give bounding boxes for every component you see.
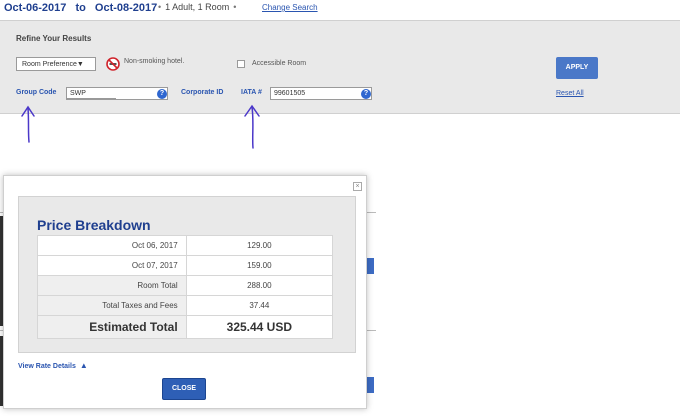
group-code-value: SWP: [70, 90, 86, 97]
row-value: 129.00: [185, 235, 334, 256]
divider: [66, 98, 116, 99]
iata-label: IATA #: [241, 89, 262, 96]
price-breakdown-modal: × Price Breakdown Oct 06, 2017 129.00 Oc…: [3, 175, 367, 409]
checkout-date: Oct-08-2017: [94, 2, 158, 14]
iata-value: 99601505: [274, 90, 306, 97]
close-icon[interactable]: ×: [353, 182, 362, 191]
refine-title: Refine Your Results: [16, 34, 92, 43]
select-button[interactable]: [366, 377, 374, 393]
price-table: Oct 06, 2017 129.00 Oct 07, 2017 159.00 …: [37, 235, 334, 339]
price-breakdown-box: Price Breakdown Oct 06, 2017 129.00 Oct …: [18, 196, 356, 353]
room-preference-select[interactable]: Room Preference▼: [16, 57, 96, 71]
estimated-total-value: 325.44 USD: [185, 315, 334, 339]
accessible-room-label: Accessible Room: [252, 60, 307, 67]
separator-dot: •: [233, 2, 237, 12]
row-value: 159.00: [185, 255, 334, 276]
corporate-id-label: Corporate ID: [181, 89, 224, 96]
non-smoking-label: Non-smoking hotel.: [124, 58, 185, 65]
to-label: to: [75, 2, 86, 14]
row-value: 37.44: [185, 295, 334, 316]
close-button[interactable]: CLOSE: [162, 378, 206, 400]
view-rate-details-link[interactable]: View Rate Details ▲: [18, 361, 88, 370]
checkin-date: Oct-06-2017: [4, 2, 67, 14]
annotation-arrow-icon: [244, 104, 260, 149]
row-label: Oct 06, 2017: [37, 235, 187, 256]
no-smoking-icon: [106, 57, 120, 71]
change-search-link[interactable]: Change Search: [262, 3, 318, 12]
select-button[interactable]: [366, 258, 374, 274]
group-code-label: Group Code: [16, 89, 57, 96]
row-label: Total Taxes and Fees: [37, 295, 187, 316]
reset-all-link[interactable]: Reset All: [556, 90, 584, 97]
chevron-up-icon: ▲: [79, 361, 88, 370]
estimated-total-label: Estimated Total: [37, 315, 187, 339]
accessible-room-checkbox[interactable]: [237, 60, 245, 68]
apply-button[interactable]: APPLY: [556, 57, 598, 79]
price-breakdown-title: Price Breakdown: [37, 217, 151, 233]
row-value: 288.00: [185, 275, 334, 296]
annotation-arrow-icon: [21, 105, 35, 143]
date-range: Oct-06-2017 to Oct-08-2017: [4, 2, 157, 14]
separator-dot: •: [158, 2, 162, 12]
refine-results-panel: Refine Your Results Room Preference▼ Non…: [0, 20, 680, 114]
guest-summary: • 1 Adult, 1 Room •: [154, 2, 240, 12]
dropdown-arrow-icon: ▼: [76, 61, 84, 68]
total-row: Estimated Total 325.44 USD: [37, 315, 334, 339]
row-label: Room Total: [37, 275, 187, 296]
table-row: Oct 06, 2017 129.00: [37, 235, 334, 256]
iata-input[interactable]: 99601505: [270, 87, 372, 100]
guest-count: 1 Adult, 1 Room: [165, 2, 230, 12]
room-preference-label: Room Preference: [22, 61, 77, 68]
table-row: Room Total 288.00: [37, 275, 334, 296]
table-row: Oct 07, 2017 159.00: [37, 255, 334, 276]
view-rate-details-label: View Rate Details: [18, 363, 76, 370]
group-code-help-icon[interactable]: ?: [157, 89, 167, 99]
row-label: Oct 07, 2017: [37, 255, 187, 276]
table-row: Total Taxes and Fees 37.44: [37, 295, 334, 316]
search-summary: Oct-06-2017 to Oct-08-2017 • 1 Adult, 1 R…: [0, 0, 680, 18]
iata-help-icon[interactable]: ?: [361, 89, 371, 99]
